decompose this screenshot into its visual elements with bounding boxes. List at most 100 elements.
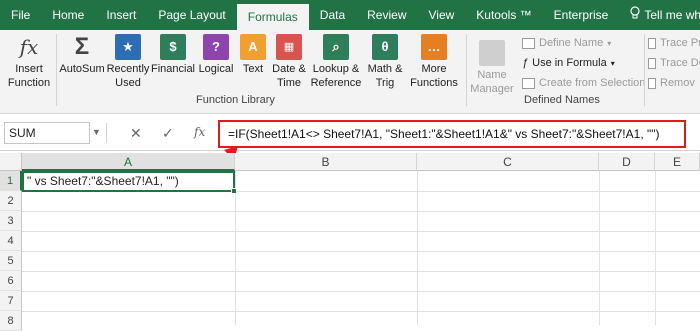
row-header-5[interactable]: 5 [0, 251, 22, 271]
column-header-e[interactable]: E [655, 153, 700, 171]
magnifier-book-icon: ⌕ [323, 34, 349, 60]
chevron-down-icon: ▾ [610, 58, 615, 68]
formula-input[interactable]: =IF(Sheet1!A1<> Sheet7!A1, "Sheet1:"&She… [218, 120, 686, 148]
star-book-icon: ★ [115, 34, 141, 60]
text-label: Text [242, 63, 264, 75]
tab-view[interactable]: View [418, 0, 466, 30]
trace-precedents-label: Trace Pr [660, 37, 700, 49]
math-trig-button[interactable]: θ Math & Trig [364, 34, 406, 90]
trace-precedents-icon [648, 37, 656, 49]
fill-handle[interactable] [231, 188, 237, 194]
tab-insert[interactable]: Insert [95, 0, 147, 30]
worksheet-grid: A B C D E 1 2 3 4 5 6 7 8 " vs Sheet7:"&… [0, 153, 700, 331]
more-functions-label: More Functions [410, 63, 458, 89]
column-header-b[interactable]: B [235, 153, 417, 171]
tag-icon [522, 37, 535, 49]
name-manager-icon [479, 40, 505, 66]
lookup-reference-button[interactable]: ⌕ Lookup & Reference [308, 34, 364, 90]
tab-page-layout[interactable]: Page Layout [147, 0, 236, 30]
create-from-selection-button[interactable]: Create from Selection [522, 77, 645, 89]
gridline [235, 171, 236, 325]
row-header-2[interactable]: 2 [0, 191, 22, 211]
define-name-button[interactable]: Define Name ▾ [522, 37, 611, 49]
text-a-icon: A [240, 34, 266, 60]
remove-arrows-icon [648, 77, 656, 89]
create-from-selection-label: Create from Selection [539, 77, 646, 89]
group-separator [644, 34, 645, 106]
lightbulb-icon [630, 0, 640, 30]
tab-kutools[interactable]: Kutools ™ [465, 0, 542, 30]
tab-review[interactable]: Review [356, 0, 417, 30]
group-separator [56, 34, 57, 106]
financial-label: Financial [150, 63, 196, 75]
trace-dependents-button[interactable]: Trace De [648, 57, 700, 69]
formula-f-icon: ƒ [522, 57, 529, 69]
insert-function-button[interactable]: fx Insert Function [4, 34, 54, 90]
divider [106, 123, 107, 143]
calendar-icon: ▦ [276, 34, 302, 60]
trace-precedents-button[interactable]: Trace Pr [648, 37, 700, 49]
row-header-1[interactable]: 1 [0, 171, 22, 191]
row-header-8[interactable]: 8 [0, 311, 22, 331]
ribbon-formulas: fx Insert Function Σ AutoSum ★ Recently … [0, 30, 700, 114]
autosum-button[interactable]: Σ AutoSum [58, 34, 106, 76]
use-in-formula-button[interactable]: ƒ Use in Formula ▾ [522, 57, 615, 69]
lookup-reference-label: Lookup & Reference [310, 63, 362, 89]
fx-icon: fx [19, 35, 39, 59]
cancel-icon[interactable]: ✕ [130, 125, 142, 142]
row-header-3[interactable]: 3 [0, 211, 22, 231]
tell-me-box[interactable]: Tell me what y [619, 0, 700, 30]
tell-me-label: Tell me what y [644, 8, 700, 22]
chevron-down-icon: ▾ [607, 38, 612, 48]
tab-file[interactable]: File [0, 0, 41, 30]
row-header-6[interactable]: 6 [0, 271, 22, 291]
function-library-group-label: Function Library [196, 94, 275, 106]
sigma-icon: Σ [74, 33, 90, 60]
name-manager-label: Name Manager [470, 69, 514, 95]
gridline [599, 171, 600, 325]
autosum-label: AutoSum [59, 63, 105, 75]
math-trig-label: Math & Trig [367, 63, 403, 89]
trace-dependents-label: Trace De [660, 57, 700, 69]
group-separator [466, 34, 467, 106]
logical-button[interactable]: ? Logical [196, 34, 236, 76]
gridline [655, 171, 656, 325]
date-time-label: Date & Time [272, 63, 306, 89]
row-header-7[interactable]: 7 [0, 291, 22, 311]
tab-formulas[interactable]: Formulas [236, 4, 309, 30]
remove-arrows-label: Remov [660, 77, 695, 89]
use-in-formula-label: Use in Formula [532, 57, 607, 69]
name-box-dropdown-icon[interactable]: ▼ [92, 127, 101, 137]
text-button[interactable]: A Text [238, 34, 268, 76]
formula-bar: SUM ▼ ✕ ✓ fx =IF(Sheet1!A1<> Sheet7!A1, … [0, 115, 700, 151]
gridline [417, 171, 418, 325]
recently-used-label: Recently Used [106, 63, 150, 89]
recently-used-button[interactable]: ★ Recently Used [106, 34, 150, 90]
enter-icon[interactable]: ✓ [162, 125, 174, 142]
column-header-a[interactable]: A [22, 153, 235, 171]
grid-selection-icon [522, 77, 535, 89]
active-cell-a1[interactable]: " vs Sheet7:"&Sheet7!A1, "") [22, 171, 235, 192]
financial-book-icon: $ [160, 34, 186, 60]
name-manager-button[interactable]: Name Manager [468, 34, 516, 96]
column-header-c[interactable]: C [417, 153, 599, 171]
column-header-d[interactable]: D [599, 153, 655, 171]
logical-label: Logical [198, 63, 234, 75]
trace-dependents-icon [648, 57, 656, 69]
theta-book-icon: θ [372, 34, 398, 60]
tab-data[interactable]: Data [309, 0, 356, 30]
date-time-button[interactable]: ▦ Date & Time [270, 34, 308, 90]
name-box[interactable]: SUM [4, 122, 90, 144]
insert-function-fx-icon[interactable]: fx [194, 125, 205, 139]
select-all-corner[interactable] [0, 153, 22, 171]
question-book-icon: ? [203, 34, 229, 60]
financial-button[interactable]: $ Financial [150, 34, 196, 76]
row-header-4[interactable]: 4 [0, 231, 22, 251]
tab-home[interactable]: Home [41, 0, 95, 30]
remove-arrows-button[interactable]: Remov [648, 77, 695, 89]
more-functions-button[interactable]: … More Functions [406, 34, 462, 90]
define-name-label: Define Name [539, 37, 604, 49]
more-functions-icon: … [421, 34, 447, 60]
ribbon-tab-bar: File Home Insert Page Layout Formulas Da… [0, 0, 700, 30]
tab-enterprise[interactable]: Enterprise [543, 0, 620, 30]
